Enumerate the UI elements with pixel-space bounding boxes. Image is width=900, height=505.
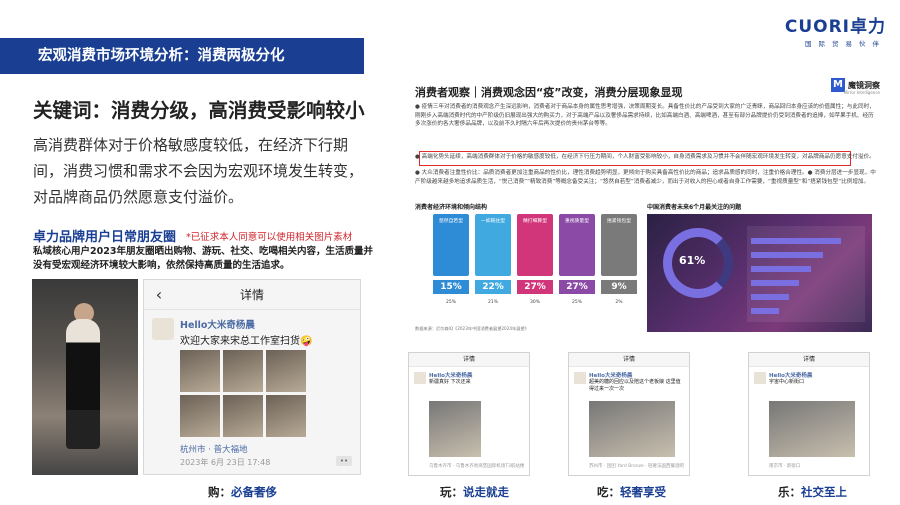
mini-post-text: 宇宙中心新街口 [769, 379, 805, 385]
tile-percent: 15% [433, 280, 469, 294]
moment-image[interactable] [429, 401, 481, 457]
moment-screenshot: 详情 Hello大米奇杨晨 宇宙中心新街口 南京市 · 新街口 [748, 352, 870, 476]
consumer-type-tiles: 悠然自若型 15% 25% 一如既往型 22% 21% 精打细算型 27% 30% 重视质量型 27… [415, 214, 640, 332]
avatar[interactable] [574, 372, 586, 384]
tile-prior-percent: 21% [487, 300, 498, 305]
tile-percent: 27% [517, 280, 553, 294]
moment-screenshot: 详情 Hello大米奇杨晨 超美的糖的回应以及陪这个老板娘 这里值得过来一次一次苏州… [568, 352, 690, 476]
avatar[interactable] [152, 318, 174, 340]
wechat-date: 2023年 6月 23日 17:48 [180, 458, 271, 467]
caption-highlight: 说走就走 [463, 485, 509, 499]
tile-prior-percent: 25% [571, 300, 582, 305]
mini-footer: 南京市 · 新街口 [769, 464, 801, 469]
mini-title: 详情 [749, 353, 869, 367]
section-title: 卓力品牌用户日常朋友圈 [33, 230, 177, 245]
moment-screenshot: 详情 Hello大米奇杨晨 新疆真好 下次还来乌鲁木齐市 · 乌鲁木齐地窝堡国际机场… [408, 352, 530, 476]
moment-caption: 玩：说走就走 [440, 484, 509, 500]
avatar[interactable] [754, 372, 766, 384]
chart-bar [751, 252, 823, 258]
caption-highlight: 轻奢享受 [620, 485, 666, 499]
wechat-moment-card: ‹ 详情 Hello大米奇杨晨 欢迎大家来宋总工作室扫货🤪 杭州市 · 普大福地… [143, 279, 361, 475]
page-title: 宏观消费市场环境分析：消费两极分化 [38, 48, 285, 64]
more-dots-icon[interactable]: •• [336, 456, 352, 466]
mirror-logo-sub: Mirror Intelligence [843, 90, 880, 95]
mini-username[interactable]: Hello大米奇杨晨 [429, 371, 472, 379]
avatar[interactable] [414, 372, 426, 384]
article-paragraph-1: ● 疫情三年对消费者的消费观念产生深远影响，消费者对于商品本身的属性思考增强，决… [415, 104, 875, 127]
mini-title: 详情 [409, 353, 529, 367]
consumer-type-tile: 精打细算型 [517, 214, 553, 276]
chart-bar [751, 294, 789, 300]
photo-figure [66, 319, 100, 449]
moment-caption: 吃：轻奢享受 [597, 484, 666, 500]
tile-percent: 27% [559, 280, 595, 294]
wechat-username[interactable]: Hello大米奇杨晨 [180, 317, 255, 331]
keyword-body: 高消费群体对于价格敏感度较低，在经济下行期间，消费习惯和需求不会因为宏观环境发生… [33, 136, 364, 206]
caption-prefix: 乐： [778, 485, 801, 499]
moment-image[interactable] [180, 350, 220, 392]
wechat-location[interactable]: 杭州市 · 普大福地 [180, 443, 248, 455]
mini-post-text: 新疆真好 下次还来 [429, 379, 471, 385]
tile-prior-percent: 30% [529, 300, 540, 305]
mini-title: 详情 [569, 353, 689, 367]
source-note: 数据来源：尼尔森IQ《2023年中国消费者展望2024年展望》 [415, 326, 529, 331]
mini-username[interactable]: Hello大米奇杨晨 [769, 371, 812, 379]
moment-image[interactable] [266, 350, 306, 392]
consumer-type-tile: 重视质量型 [559, 214, 595, 276]
brand-tagline: 国际贸易伙伴 [805, 40, 886, 48]
section-note: *已征求本人同意可以使用相关图片素材 [186, 232, 353, 243]
wechat-post-text: 欢迎大家来宋总工作室扫货🤪 [180, 336, 313, 347]
moment-image[interactable] [266, 395, 306, 437]
tile-percent: 9% [601, 280, 637, 294]
chart-bar [751, 266, 811, 272]
article-title: 消费者观察｜消费观念因“疫”改变，消费分层现象显现 [415, 86, 683, 99]
mini-username[interactable]: Hello大米奇杨晨 [589, 371, 632, 379]
mini-post-text: 超美的糖的回应以及陪这个老板娘 这里值得过来一次一次 [589, 379, 681, 392]
article-paragraph-2: ● 高端化势头延续，高端消费群体对于价格的敏感度较低，在经济下行压力期间，个人财… [415, 154, 875, 160]
mini-footer: 苏州市 · 团团 Yard Bronze · 轻奢法国西餐酒吧 [589, 464, 685, 469]
article-paragraph-3: ● 大众消费者注重性价比：品质消费者更加注重商品的性价比，理性消费趋势明显，更倾… [415, 170, 876, 185]
caption-prefix: 吃： [597, 485, 620, 499]
tile-prior-percent: 25% [445, 300, 456, 305]
tile-percent: 22% [475, 280, 511, 294]
tiles-subtitle: 消费者经济环境和倾向结构 [415, 204, 488, 211]
wechat-title: 详情 [239, 288, 264, 302]
consumer-type-tile: 悠然自若型 [433, 214, 469, 276]
chart-bar [751, 280, 799, 286]
moment-image[interactable] [223, 395, 263, 437]
wechat-header: ‹ 详情 [144, 280, 360, 310]
mirror-logo-text: 魔镜洞察 [848, 80, 880, 90]
user-photo [32, 279, 138, 475]
caption-prefix: 玩： [440, 485, 463, 499]
brand-logo-text: CUORI卓力 [784, 17, 886, 37]
back-chevron-icon[interactable]: ‹ [144, 285, 174, 304]
keyword-title: 关键词：消费分级，高消费受影响较小 [33, 99, 365, 122]
tile-prior-percent: 2% [615, 300, 623, 305]
ring-value: 61% [679, 254, 706, 267]
mini-footer: 乌鲁木齐市 · 乌鲁木齐地窝堡国际机场T3航站楼 [429, 464, 525, 469]
caption-highlight: 社交至上 [801, 485, 847, 499]
consumer-type-tile: 捂紧钱包型 [601, 214, 637, 276]
moment-caption: 乐：社交至上 [778, 484, 847, 500]
moment-image[interactable] [180, 395, 220, 437]
chart-bar [751, 238, 841, 244]
wechat-image-grid [180, 350, 310, 437]
section-description: 私域核心用户2023年朋友圈晒出购物、游玩、社交、吃喝相关内容，生活质量并没有受… [33, 246, 373, 271]
caption-prefix: 购： [208, 485, 231, 499]
header-band: 宏观消费市场环境分析：消费两极分化 [0, 38, 364, 74]
consumer-type-tile: 一如既往型 [475, 214, 511, 276]
chart-bar [751, 308, 779, 314]
brand-logo: CUORI卓力 国际贸易伙伴 [785, 12, 886, 48]
concern-chart-image: 61% [647, 214, 872, 332]
article-screenshot: 消费者观察｜消费观念因“疫”改变，消费分层现象显现 M 魔镜洞察 Mirror … [415, 76, 880, 346]
moment-image[interactable] [769, 401, 855, 457]
chart-subtitle: 中国消费者未来6个月最关注的问题 [647, 204, 742, 211]
caption-highlight: 必备奢侈 [231, 485, 277, 499]
moment-image[interactable] [223, 350, 263, 392]
caption-shop: 购：必备奢侈 [208, 484, 277, 500]
moment-image[interactable] [589, 401, 675, 457]
